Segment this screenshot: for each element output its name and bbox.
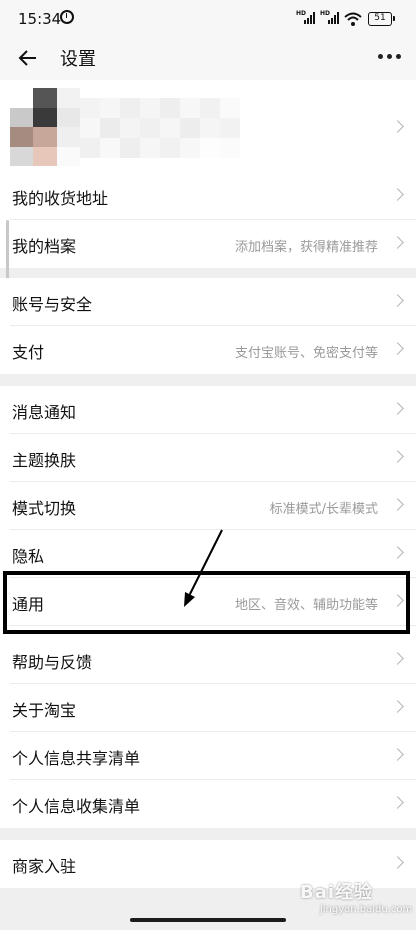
avatar: [10, 88, 80, 166]
page-title: 设置: [60, 49, 96, 70]
settings-section-account: 账号与安全 支付 支付宝账号、免密支付等: [0, 278, 416, 374]
row-label: 账号与安全: [12, 295, 93, 314]
chevron-right-icon: [391, 546, 404, 559]
row-help-feedback[interactable]: 帮助与反馈: [0, 636, 416, 684]
signal-1-icon: [304, 12, 316, 24]
row-shipping-address[interactable]: 我的收货地址: [0, 172, 416, 220]
row-theme[interactable]: 主题换肤: [0, 434, 416, 482]
row-label: 消息通知: [12, 403, 77, 422]
row-label: 模式切换: [12, 499, 77, 518]
row-label: 个人信息收集清单: [12, 797, 141, 816]
status-bar: 15:34 HD HD 51: [0, 0, 416, 36]
back-arrow-icon[interactable]: [16, 46, 40, 70]
watermark-logo: Bai经验 jingyan.baidu.com: [298, 878, 413, 928]
row-hint: 支付宝账号、免密支付等: [234, 346, 378, 361]
row-label: 个人信息共享清单: [12, 749, 141, 768]
chevron-right-icon: [391, 236, 404, 249]
signal-2-icon: [328, 12, 340, 24]
row-label: 我的档案: [12, 237, 77, 256]
row-mode-switch[interactable]: 模式切换 标准模式/长辈模式: [0, 482, 416, 530]
row-my-profile[interactable]: 我的档案 添加档案，获得精准推荐: [0, 220, 416, 268]
watermark-brand: Bai经验: [300, 882, 374, 903]
row-info-collection-list[interactable]: 个人信息收集清单: [0, 780, 416, 828]
chevron-right-icon: [391, 856, 404, 869]
chevron-right-icon: [391, 450, 404, 463]
row-hint: 标准模式/长辈模式: [269, 502, 378, 517]
chevron-right-icon: [391, 700, 404, 713]
row-label: 帮助与反馈: [12, 653, 93, 672]
row-hint: 添加档案，获得精准推荐: [234, 240, 378, 255]
chevron-right-icon: [391, 402, 404, 415]
watermark-url: jingyan.baidu.com: [320, 904, 413, 915]
profile-card[interactable]: [0, 80, 416, 172]
chevron-right-icon: [391, 652, 404, 665]
row-label: 关于淘宝: [12, 701, 77, 720]
top-bar: 设置: [0, 36, 416, 80]
row-account-security[interactable]: 账号与安全: [0, 278, 416, 326]
blurred-username: [80, 98, 240, 158]
chevron-right-icon: [391, 498, 404, 511]
row-label: 主题换肤: [12, 451, 77, 470]
chevron-right-icon: [391, 188, 404, 201]
more-options-icon[interactable]: [378, 54, 402, 60]
row-notifications[interactable]: 消息通知: [0, 386, 416, 434]
highlight-box: [3, 571, 410, 634]
wifi-icon: [344, 12, 362, 26]
row-label: 支付: [12, 343, 45, 362]
chevron-right-icon: [391, 796, 404, 809]
row-about[interactable]: 关于淘宝: [0, 684, 416, 732]
row-label: 我的收货地址: [12, 189, 109, 208]
chevron-right-icon: [391, 294, 404, 307]
row-info-sharing-list[interactable]: 个人信息共享清单: [0, 732, 416, 780]
chevron-right-icon: [391, 120, 404, 133]
home-indicator[interactable]: [130, 918, 286, 922]
row-label: 商家入驻: [12, 857, 77, 876]
scroll-indicator: [6, 220, 9, 284]
alarm-icon: [60, 10, 74, 24]
row-label: 隐私: [12, 547, 45, 566]
settings-section-address: 我的收货地址 我的档案 添加档案，获得精准推荐: [0, 172, 416, 268]
status-time: 15:34: [18, 10, 62, 28]
row-payment[interactable]: 支付 支付宝账号、免密支付等: [0, 326, 416, 374]
chevron-right-icon: [391, 748, 404, 761]
battery-icon: 51: [368, 12, 395, 26]
chevron-right-icon: [391, 342, 404, 355]
